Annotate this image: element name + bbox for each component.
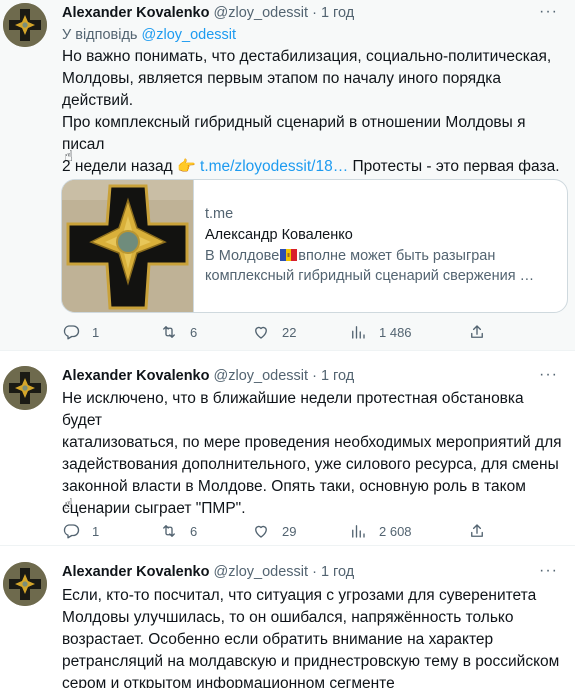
like-count: 29: [282, 523, 297, 539]
retweet-button[interactable]: 6: [160, 521, 197, 541]
share-icon: [471, 325, 483, 338]
author-name[interactable]: Alexander Kovalenko: [62, 564, 209, 580]
reply-icon: [63, 524, 80, 539]
order-cross-icon: [3, 3, 47, 47]
text-line: задействования дополнительного, уже сило…: [62, 456, 559, 473]
tweet-link[interactable]: t.me/zloyodessit/18…: [200, 158, 348, 175]
share-button[interactable]: [468, 322, 486, 342]
text-line: сером и открытом информационном сегменте: [62, 675, 395, 688]
tweet[interactable]: Alexander Kovalenko @zloy_odessit · 1 го…: [0, 0, 575, 350]
author-name[interactable]: Alexander Kovalenko: [62, 368, 209, 384]
text-line: сценарии сыграет "ПМР".: [62, 500, 246, 517]
timestamp[interactable]: 1 год: [321, 564, 354, 580]
text-line: Но важно понимать, что дестабилизация, с…: [62, 48, 552, 65]
ellipsis-icon[interactable]: ···: [539, 4, 561, 20]
card-desc-segment: вполне может быть разыгран: [298, 248, 496, 264]
order-cross-icon: [3, 366, 47, 410]
tweet[interactable]: Alexander Kovalenko @zloy_odessit · 1 го…: [0, 350, 575, 545]
like-button[interactable]: 22: [252, 322, 296, 342]
ellipsis-icon[interactable]: ···: [539, 367, 561, 383]
tweet-actions: 1 6 22 1 486: [62, 322, 542, 342]
retweet-count: 6: [190, 324, 198, 340]
separator-dot: ·: [312, 564, 317, 580]
like-count: 22: [282, 324, 297, 340]
tweet[interactable]: Alexander Kovalenko @zloy_odessit · 1 го…: [0, 545, 575, 688]
text-line: Молдовы улучшилась, то он ошибался, напр…: [62, 609, 514, 626]
reply-icon: [63, 325, 80, 340]
text-line: Молдовы, является первым этапом по начал…: [62, 70, 501, 109]
timestamp[interactable]: 1 год: [321, 368, 354, 384]
text-segment: Протесты - это первая фаза.: [352, 158, 560, 175]
reply-prefix: У відповідь: [62, 27, 138, 43]
analytics-icon: [352, 525, 365, 538]
reply-count: 1: [92, 523, 100, 539]
text-line: Если, кто-то посчитал, что ситуация с уг…: [62, 587, 537, 604]
pointing-hand-icon: 👉: [177, 158, 196, 175]
text-line: Про комплексный гибридный сценарий в отн…: [62, 114, 526, 153]
tweet-text: Не исключено, что в ближайшие недели про…: [62, 388, 562, 520]
card-image: [62, 180, 193, 312]
card-title: Александр Коваленко: [205, 227, 353, 243]
text-segment: 2 недели назад: [62, 158, 173, 175]
heart-icon: [255, 525, 267, 538]
moldova-flag-icon: [280, 249, 298, 261]
text-line: возрастает. Особенно если обратить внима…: [62, 631, 494, 648]
separator-dot: ·: [312, 368, 317, 384]
tweet-header: Alexander Kovalenko @zloy_odessit · 1 го…: [62, 368, 535, 384]
view-count: 2 608: [379, 523, 412, 539]
text-line: законной власти в Молдове. Опять таки, о…: [62, 478, 526, 495]
text-line: Не исключено, что в ближайшие недели про…: [62, 390, 524, 429]
reply-context: У відповідь @zloy_odessit: [62, 27, 236, 43]
avatar[interactable]: [3, 3, 47, 47]
author-handle[interactable]: @zloy_odessit: [214, 564, 309, 580]
reply-count: 1: [92, 324, 100, 340]
ellipsis-icon[interactable]: ···: [539, 563, 561, 579]
card-desc-segment: В Молдове: [205, 248, 280, 264]
heart-icon: [255, 326, 267, 339]
reply-button[interactable]: 1: [62, 322, 99, 342]
avatar[interactable]: [3, 562, 47, 606]
card-description-line: комплексный гибридный сценарий свержения…: [205, 268, 535, 284]
view-count: 1 486: [379, 324, 412, 340]
share-icon: [471, 524, 483, 537]
timestamp[interactable]: 1 год: [321, 5, 354, 21]
card-domain: t.me: [205, 206, 234, 222]
reply-to-link[interactable]: @zloy_odessit: [142, 27, 237, 43]
retweet-icon: [163, 525, 175, 537]
retweet-icon: [163, 326, 175, 338]
card-body: t.me Александр Коваленко В Молдове вполне…: [205, 204, 557, 286]
order-cross-icon: [3, 562, 47, 606]
author-handle[interactable]: @zloy_odessit: [214, 368, 309, 384]
tweet-actions: 1 6 29 2 608: [62, 521, 542, 541]
share-button[interactable]: [468, 521, 486, 541]
views-button[interactable]: 1 486: [349, 322, 412, 342]
text-line: катализоваться, по мере проведения необх…: [62, 434, 562, 451]
tweet-header: Alexander Kovalenko @zloy_odessit · 1 го…: [62, 5, 535, 21]
views-button[interactable]: 2 608: [349, 521, 412, 541]
tweet-text: Но важно понимать, что дестабилизация, с…: [62, 46, 562, 178]
author-name[interactable]: Alexander Kovalenko: [62, 5, 209, 21]
retweet-button[interactable]: 6: [160, 322, 197, 342]
order-cross-icon: [62, 180, 193, 312]
card-description: В Молдове вполне может быть разыгран: [205, 246, 557, 266]
card-divider: [193, 180, 194, 312]
text-line: 2 недели назад 👉 t.me/zloyodessit/18… Пр…: [62, 156, 562, 178]
text-line: ретрансляций на молдавскую и приднестров…: [62, 653, 560, 670]
like-button[interactable]: 29: [252, 521, 296, 541]
tweet-header: Alexander Kovalenko @zloy_odessit · 1 го…: [62, 564, 535, 580]
avatar[interactable]: [3, 366, 47, 410]
raised-finger-icon: ☝: [64, 148, 74, 165]
reply-button[interactable]: 1: [62, 521, 99, 541]
separator-dot: ·: [312, 5, 317, 21]
raised-finger-icon: ☝: [64, 496, 74, 513]
author-handle[interactable]: @zloy_odessit: [214, 5, 309, 21]
retweet-count: 6: [190, 523, 198, 539]
tweet-text: Если, кто-то посчитал, что ситуация с уг…: [62, 585, 562, 688]
link-preview-card[interactable]: t.me Александр Коваленко В Молдове вполне…: [61, 179, 568, 313]
analytics-icon: [352, 326, 365, 339]
